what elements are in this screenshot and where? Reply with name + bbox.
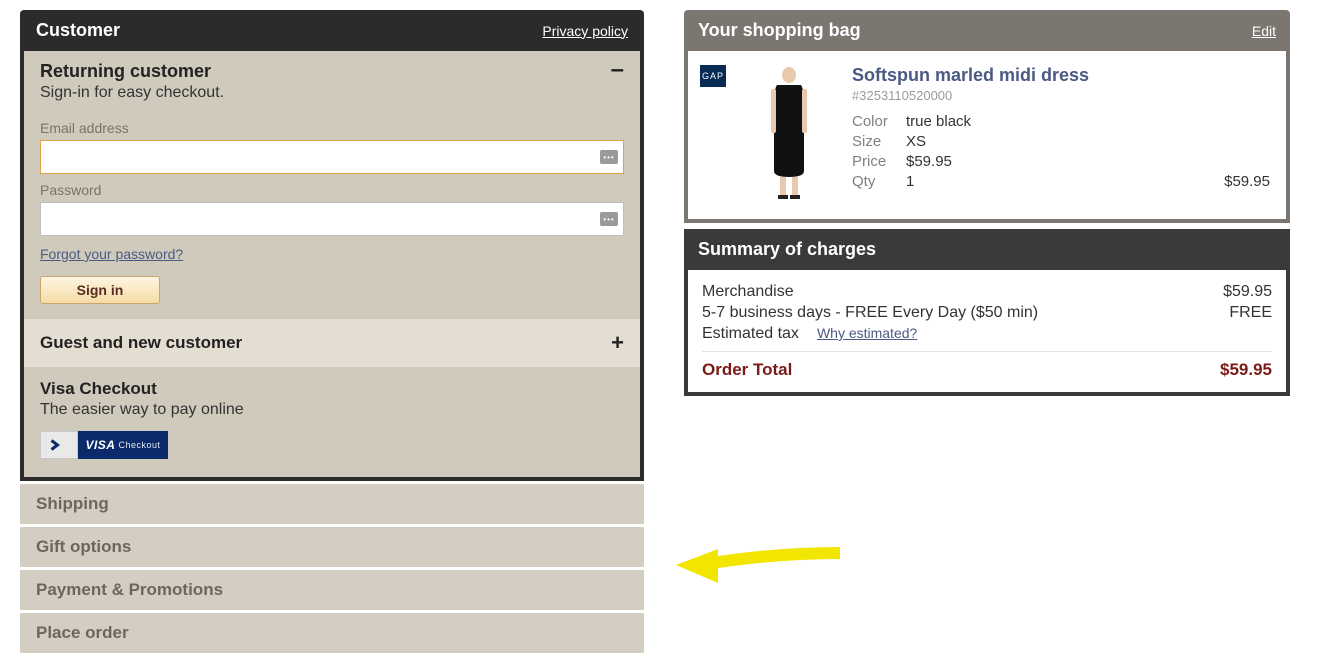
attr-color-key: Color [852,113,906,130]
summary-box: Merchandise $59.95 5-7 business days - FR… [684,270,1290,396]
bag-title: Your shopping bag [698,20,861,41]
attr-color-val: true black [906,113,971,130]
attr-price-val: $59.95 [906,153,952,170]
step-gift-options[interactable]: Gift options [20,527,644,567]
guest-title: Guest and new customer [40,333,242,353]
keyboard-icon: ••• [600,150,618,164]
attr-price-key: Price [852,153,906,170]
attr-qty-val: 1 [906,173,914,190]
product-name[interactable]: Softspun marled midi dress [852,65,1270,86]
password-label: Password [40,182,624,198]
visa-logo: VISACheckout [78,431,168,459]
returning-customer-header[interactable]: Returning customer Sign-in for easy chec… [24,51,640,108]
sign-in-button[interactable]: Sign in [40,276,160,304]
attr-size-key: Size [852,133,906,150]
step-payment-promotions[interactable]: Payment & Promotions [20,570,644,610]
email-field[interactable] [40,140,624,174]
step-place-order[interactable]: Place order [20,613,644,653]
shopping-bag-header: Your shopping bag Edit [684,10,1290,51]
visa-checkout-button[interactable]: VISACheckout [40,431,168,459]
product-sku: #3253110520000 [852,88,1270,103]
customer-title: Customer [36,20,120,41]
summary-header: Summary of charges [684,229,1290,270]
step-shipping[interactable]: Shipping [20,484,644,524]
forgot-password-link[interactable]: Forgot your password? [40,246,183,262]
guest-new-customer-header[interactable]: Guest and new customer + [24,318,640,367]
merch-label: Merchandise [702,283,794,301]
why-estimated-link[interactable]: Why estimated? [817,325,917,341]
shipping-value: FREE [1229,304,1272,322]
merch-value: $59.95 [1223,283,1272,301]
tax-label: Estimated tax [702,325,799,343]
product-thumbnail [744,65,834,201]
plus-icon[interactable]: + [611,334,624,352]
edit-bag-link[interactable]: Edit [1252,23,1276,39]
keyboard-icon: ••• [600,212,618,226]
customer-header: Customer Privacy policy [20,10,644,51]
bag-contents: GAP Softspun marled midi dress [684,51,1290,223]
attr-size-val: XS [906,133,926,150]
shipping-label: 5-7 business days - FREE Every Day ($50 … [702,304,1038,322]
returning-subtitle: Sign-in for easy checkout. [40,84,224,102]
brand-badge: GAP [700,65,726,87]
email-label: Email address [40,120,624,136]
privacy-policy-link[interactable]: Privacy policy [542,23,628,39]
attr-qty-key: Qty [852,173,906,190]
minus-icon[interactable]: – [611,61,624,79]
order-total-value: $59.95 [1220,360,1272,380]
order-total-label: Order Total [702,360,792,380]
visa-subtitle: The easier way to pay online [40,401,624,419]
line-total: $59.95 [1224,173,1270,190]
bag-item: GAP Softspun marled midi dress [700,65,1270,201]
chevron-right-icon [40,431,78,459]
returning-title: Returning customer [40,61,224,82]
visa-checkout-section: Visa Checkout The easier way to pay onli… [24,367,640,477]
password-field[interactable] [40,202,624,236]
visa-title: Visa Checkout [40,379,624,399]
